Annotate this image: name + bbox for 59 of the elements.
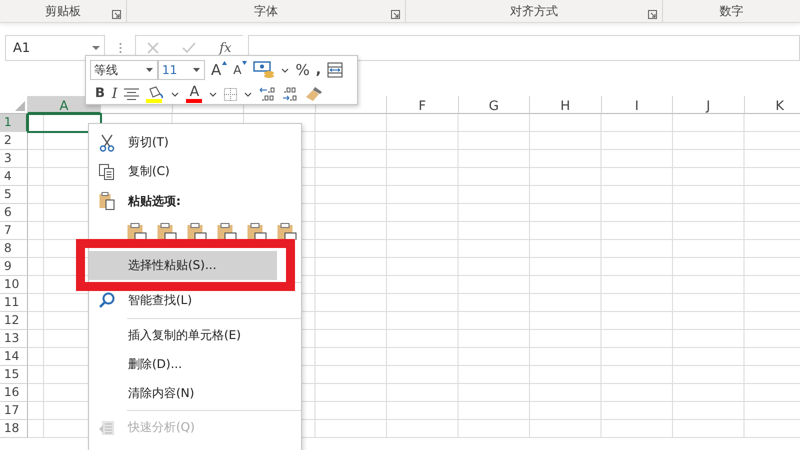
menu-section-header: 粘贴选项: [128, 192, 181, 210]
menu-item[interactable]: 删除(D)... [89, 350, 301, 379]
formula-input[interactable] [248, 35, 800, 61]
italic-button[interactable]: I [112, 85, 118, 103]
insert-function-button[interactable]: fx [219, 40, 232, 56]
menu-item[interactable]: 清除内容(N) [89, 379, 301, 408]
column-header[interactable]: J [673, 96, 744, 114]
column-header[interactable]: F [387, 96, 458, 114]
increase-decimal-icon[interactable] [259, 86, 276, 102]
merge-cells-icon[interactable] [327, 62, 344, 78]
triangle-down-icon [242, 61, 248, 65]
paste-option-icon[interactable] [157, 223, 177, 240]
decrease-font-button[interactable]: A [233, 61, 248, 79]
caret-icon[interactable] [281, 68, 290, 72]
dialog-launcher-icon[interactable] [112, 10, 121, 19]
column-header[interactable]: G [458, 96, 530, 114]
clipboard-icon [99, 192, 115, 210]
decrease-decimal-icon[interactable] [282, 86, 298, 102]
menu-item[interactable]: 插入复制的单元格(E) [89, 321, 301, 350]
menu-item[interactable]: 智能查找(L) [89, 292, 301, 316]
dialog-launcher-icon[interactable] [391, 10, 400, 19]
row-header[interactable]: 1 [0, 114, 28, 132]
ribbon-group-label: 字体 [254, 2, 278, 20]
grip-icon [119, 42, 122, 54]
caret-icon[interactable] [244, 92, 252, 96]
menu-item[interactable]: 剪切(T) [89, 128, 301, 157]
quick-analysis-icon [99, 420, 115, 436]
column-header[interactable]: I [602, 96, 673, 114]
search-icon [99, 292, 115, 308]
check-icon[interactable] [182, 42, 196, 54]
menu-item[interactable]: 复制(C) [89, 157, 301, 186]
money-icon[interactable] [253, 61, 276, 79]
ribbon-group-label: 数字 [720, 2, 744, 20]
borders-icon[interactable] [224, 88, 238, 100]
fill-color-icon[interactable] [146, 86, 164, 102]
paste-option-icon[interactable] [187, 223, 207, 240]
column-header[interactable]: K [744, 96, 800, 114]
increase-font-button[interactable]: A [211, 61, 228, 79]
font-size-box[interactable]: 11 [158, 60, 205, 80]
paste-option-icon[interactable] [127, 223, 147, 240]
scissors-icon [99, 134, 115, 152]
paste-option-icon[interactable] [277, 223, 297, 240]
font-name-box[interactable]: 等线 [90, 60, 158, 80]
percent-button[interactable]: % [295, 61, 310, 79]
align-center-icon[interactable] [124, 88, 140, 100]
caret-icon[interactable] [171, 92, 180, 96]
paste-option-icon[interactable] [217, 223, 237, 240]
comma-button[interactable]: , [316, 61, 322, 79]
column-header[interactable]: H [530, 96, 602, 114]
format-painter-icon[interactable] [305, 86, 324, 102]
ribbon-group-label: 剪贴板 [45, 2, 81, 20]
font-color-button[interactable]: A [186, 85, 202, 103]
caret-icon[interactable] [209, 92, 218, 96]
ribbon-group-label: 对齐方式 [510, 2, 558, 20]
paste-option-icon[interactable] [247, 223, 267, 240]
menu-item[interactable]: 选择性粘贴(S)... [89, 251, 277, 280]
dialog-launcher-icon[interactable] [648, 10, 657, 19]
copy-icon [99, 164, 115, 180]
triangle-up-icon [222, 61, 228, 65]
